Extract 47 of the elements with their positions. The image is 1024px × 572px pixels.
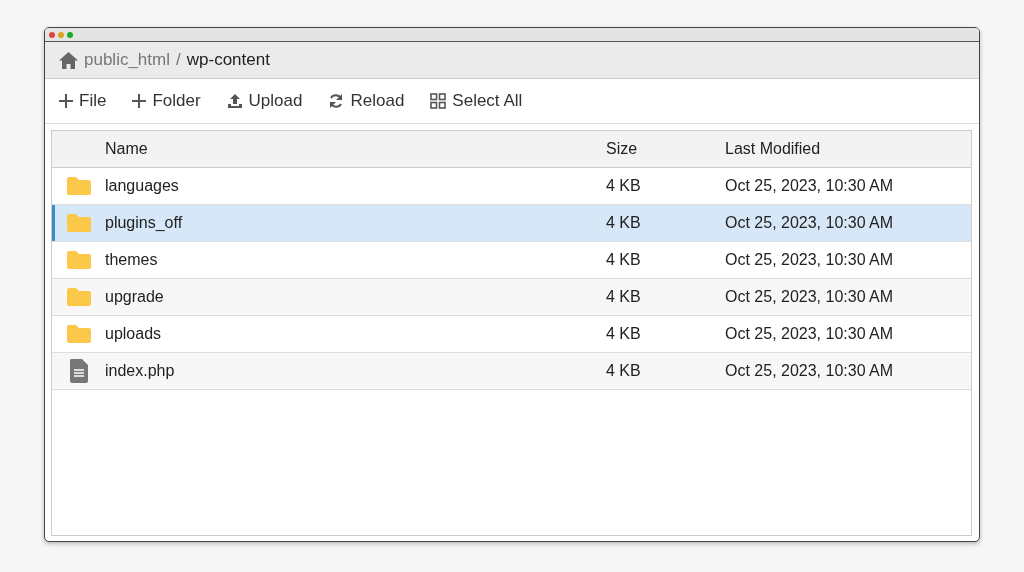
table-cell: Oct 25, 2023, 10:30 AM <box>725 251 894 269</box>
folder-icon <box>65 287 92 307</box>
table-cell-text: plugins_off <box>105 214 184 232</box>
toolbar-button[interactable]: File <box>59 91 107 111</box>
plus-icon <box>132 94 147 108</box>
table-cell-text: uploads <box>105 325 163 343</box>
table-cell: Oct 25, 2023, 10:30 AM <box>725 288 894 306</box>
table-cell-text: index.php <box>105 362 176 380</box>
upload-icon <box>226 93 243 109</box>
table-cell-text: 4 KB <box>606 288 642 306</box>
breadcrumb-link[interactable]: wp-content <box>186 50 270 70</box>
table-cell: Oct 25, 2023, 10:30 AM <box>725 325 894 343</box>
folder-icon <box>65 176 92 196</box>
folder-icon <box>65 324 92 344</box>
grid-icon <box>430 93 447 109</box>
column-header[interactable]: Name <box>105 140 606 158</box>
breadcrumb-separator: / <box>176 50 181 70</box>
close-button[interactable] <box>49 31 55 38</box>
table-cell-text: languages <box>105 177 180 195</box>
home-icon[interactable] <box>59 51 78 69</box>
table-cell: Oct 25, 2023, 10:30 AM <box>725 177 894 195</box>
table-cell-text: 4 KB <box>606 251 642 269</box>
table-cell-text: 4 KB <box>606 325 642 343</box>
table-cell-text: themes <box>105 251 159 269</box>
plus-icon <box>59 94 73 108</box>
minimize-button[interactable] <box>58 31 64 38</box>
column-header[interactable]: Size <box>606 140 725 158</box>
column-header[interactable]: Last Modified <box>725 140 821 158</box>
toolbar-button[interactable]: Reload <box>328 91 405 111</box>
table-cell-text: upgrade <box>105 288 165 306</box>
reload-icon <box>328 93 345 109</box>
toolbar-button[interactable]: Upload <box>226 91 303 111</box>
breadcrumb-link[interactable]: public_html <box>84 50 170 70</box>
table-cell-text: 4 KB <box>606 362 642 380</box>
document-icon <box>68 359 89 383</box>
table-cell-text: 4 KB <box>606 214 642 232</box>
table-cell: Oct 25, 2023, 10:30 AM <box>725 214 894 232</box>
file-row[interactable]: upgrade 4 KB Oct 25, 2023, 10:30 AM <box>52 279 971 316</box>
table-cell-text: 4 KB <box>606 177 642 195</box>
folder-icon <box>65 250 92 270</box>
toolbar-button[interactable]: Select All <box>430 91 523 111</box>
folder-icon <box>65 213 92 233</box>
table-cell: Oct 25, 2023, 10:30 AM <box>725 362 894 380</box>
zoom-button[interactable] <box>67 31 73 38</box>
file-row[interactable]: index.php 4 KB Oct 25, 2023, 10:30 AM <box>52 353 971 390</box>
file-row[interactable]: plugins_off 4 KB Oct 25, 2023, 10:30 AM <box>52 205 971 242</box>
toolbar-button[interactable]: Folder <box>132 91 201 111</box>
